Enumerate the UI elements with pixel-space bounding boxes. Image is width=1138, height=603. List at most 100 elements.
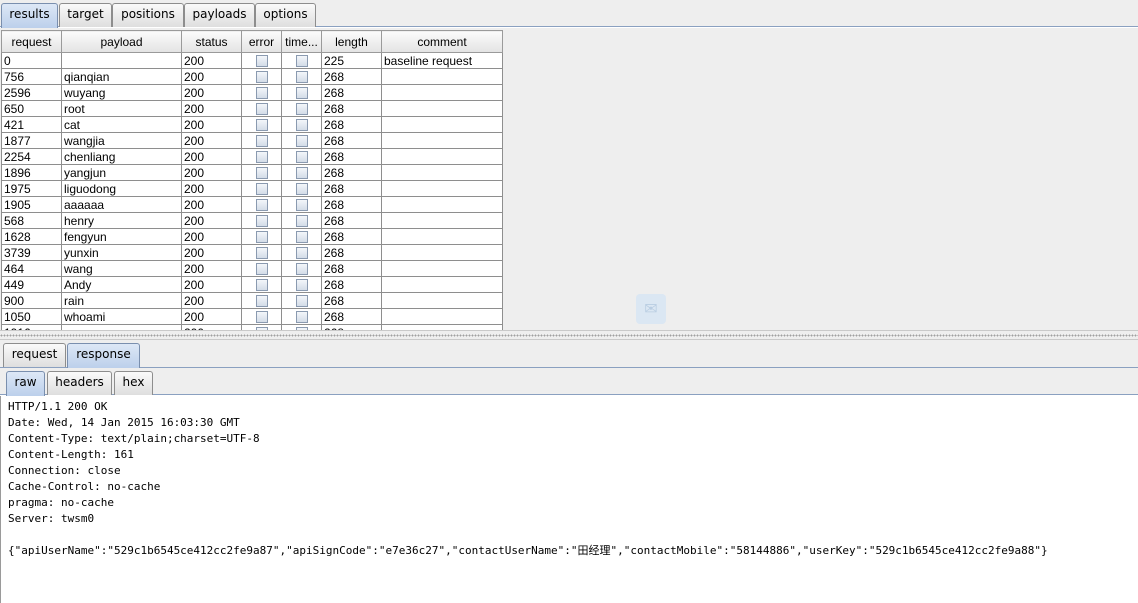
tab-payloads[interactable]: payloads bbox=[184, 3, 255, 27]
table-row[interactable]: 449 Andy 200 268 bbox=[1, 276, 503, 293]
table-row[interactable]: 1628 fengyun 200 268 bbox=[1, 228, 503, 245]
request-cell: 2254 bbox=[1, 148, 62, 165]
timeout-cell bbox=[281, 308, 322, 325]
timeout-checkbox[interactable] bbox=[295, 54, 308, 67]
tab-request[interactable]: request bbox=[3, 343, 66, 367]
column-header-payload[interactable]: payload bbox=[61, 30, 182, 53]
error-checkbox[interactable] bbox=[255, 118, 268, 131]
timeout-checkbox[interactable] bbox=[295, 246, 308, 259]
error-cell bbox=[241, 100, 282, 117]
tab-raw[interactable]: raw bbox=[6, 371, 45, 396]
split-divider[interactable] bbox=[0, 330, 1138, 340]
column-header-request[interactable]: request bbox=[1, 30, 62, 53]
timeout-checkbox[interactable] bbox=[295, 118, 308, 131]
table-row[interactable]: 1905 aaaaaa 200 268 bbox=[1, 196, 503, 213]
error-checkbox[interactable] bbox=[255, 246, 268, 259]
request-cell: 421 bbox=[1, 116, 62, 133]
tab-results[interactable]: results bbox=[1, 3, 58, 28]
timeout-checkbox[interactable] bbox=[295, 278, 308, 291]
error-cell bbox=[241, 276, 282, 293]
column-header-comment[interactable]: comment bbox=[381, 30, 503, 53]
timeout-checkbox[interactable] bbox=[295, 70, 308, 83]
error-checkbox[interactable] bbox=[255, 54, 268, 67]
table-row[interactable]: 1896 yangjun 200 268 bbox=[1, 164, 503, 181]
comment-cell bbox=[381, 148, 503, 165]
timeout-checkbox[interactable] bbox=[295, 150, 308, 163]
error-checkbox[interactable] bbox=[255, 70, 268, 83]
table-row[interactable]: 3739 yunxin 200 268 bbox=[1, 244, 503, 261]
timeout-cell bbox=[281, 244, 322, 261]
column-header-error[interactable]: error bbox=[241, 30, 282, 53]
timeout-checkbox[interactable] bbox=[295, 86, 308, 99]
timeout-checkbox[interactable] bbox=[295, 310, 308, 323]
error-checkbox[interactable] bbox=[255, 310, 268, 323]
timeout-cell bbox=[281, 212, 322, 229]
column-header-status[interactable]: status bbox=[181, 30, 242, 53]
table-row[interactable]: 756 qianqian 200 268 bbox=[1, 68, 503, 85]
timeout-checkbox[interactable] bbox=[295, 182, 308, 195]
request-cell: 1975 bbox=[1, 180, 62, 197]
payload-cell: chenliang bbox=[61, 148, 182, 165]
table-row[interactable]: 1050 whoami 200 268 bbox=[1, 308, 503, 325]
tab-options[interactable]: options bbox=[255, 3, 316, 27]
timeout-checkbox[interactable] bbox=[295, 262, 308, 275]
timeout-cell bbox=[281, 68, 322, 85]
status-cell: 200 bbox=[181, 164, 242, 181]
tab-response[interactable]: response bbox=[67, 343, 140, 368]
timeout-checkbox[interactable] bbox=[295, 214, 308, 227]
table-row[interactable]: 1975 liguodong 200 268 bbox=[1, 180, 503, 197]
error-checkbox[interactable] bbox=[255, 86, 268, 99]
table-row[interactable]: 1877 wangjia 200 268 bbox=[1, 132, 503, 149]
main-tab-bar: results target positions payloads option… bbox=[0, 0, 1138, 28]
error-checkbox[interactable] bbox=[255, 214, 268, 227]
request-cell: 650 bbox=[1, 100, 62, 117]
error-cell bbox=[241, 244, 282, 261]
tab-hex[interactable]: hex bbox=[114, 371, 153, 395]
response-raw-text[interactable]: HTTP/1.1 200 OK Date: Wed, 14 Jan 2015 1… bbox=[8, 399, 1048, 559]
table-row[interactable]: 421 cat 200 268 bbox=[1, 116, 503, 133]
error-checkbox[interactable] bbox=[255, 230, 268, 243]
error-checkbox[interactable] bbox=[255, 182, 268, 195]
error-checkbox[interactable] bbox=[255, 166, 268, 179]
timeout-checkbox[interactable] bbox=[295, 294, 308, 307]
tab-headers[interactable]: headers bbox=[47, 371, 112, 395]
table-row[interactable]: 568 henry 200 268 bbox=[1, 212, 503, 229]
length-cell: 268 bbox=[321, 148, 382, 165]
table-row[interactable]: 2254 chenliang 200 268 bbox=[1, 148, 503, 165]
error-checkbox[interactable] bbox=[255, 102, 268, 115]
response-editor[interactable]: HTTP/1.1 200 OK Date: Wed, 14 Jan 2015 1… bbox=[0, 396, 1138, 603]
table-row[interactable]: 2596 wuyang 200 268 bbox=[1, 84, 503, 101]
timeout-checkbox[interactable] bbox=[295, 166, 308, 179]
comment-cell bbox=[381, 180, 503, 197]
timeout-checkbox[interactable] bbox=[295, 102, 308, 115]
status-cell: 200 bbox=[181, 260, 242, 277]
payload-cell: rain bbox=[61, 292, 182, 309]
payload-cell: root bbox=[61, 100, 182, 117]
comment-cell bbox=[381, 68, 503, 85]
error-checkbox[interactable] bbox=[255, 278, 268, 291]
tab-positions[interactable]: positions bbox=[112, 3, 184, 27]
request-response-tab-bar: request response bbox=[0, 340, 1138, 368]
error-checkbox[interactable] bbox=[255, 198, 268, 211]
results-table: request payload status error time... len… bbox=[1, 30, 503, 330]
timeout-checkbox[interactable] bbox=[295, 198, 308, 211]
payload-cell: wangjia bbox=[61, 132, 182, 149]
timeout-checkbox[interactable] bbox=[295, 134, 308, 147]
timeout-checkbox[interactable] bbox=[295, 230, 308, 243]
error-checkbox[interactable] bbox=[255, 134, 268, 147]
table-row[interactable]: 0 200 225 baseline request bbox=[1, 52, 503, 69]
column-header-length[interactable]: length bbox=[321, 30, 382, 53]
table-row[interactable]: 464 wang 200 268 bbox=[1, 260, 503, 277]
tab-target[interactable]: target bbox=[59, 3, 112, 27]
error-checkbox[interactable] bbox=[255, 294, 268, 307]
table-row[interactable]: 900 rain 200 268 bbox=[1, 292, 503, 309]
payload-cell bbox=[61, 52, 182, 69]
column-header-timeout[interactable]: time... bbox=[281, 30, 322, 53]
table-row[interactable]: 650 root 200 268 bbox=[1, 100, 503, 117]
length-cell: 268 bbox=[321, 244, 382, 261]
error-checkbox[interactable] bbox=[255, 262, 268, 275]
request-cell: 2596 bbox=[1, 84, 62, 101]
error-cell bbox=[241, 132, 282, 149]
request-cell: 3739 bbox=[1, 244, 62, 261]
error-checkbox[interactable] bbox=[255, 150, 268, 163]
